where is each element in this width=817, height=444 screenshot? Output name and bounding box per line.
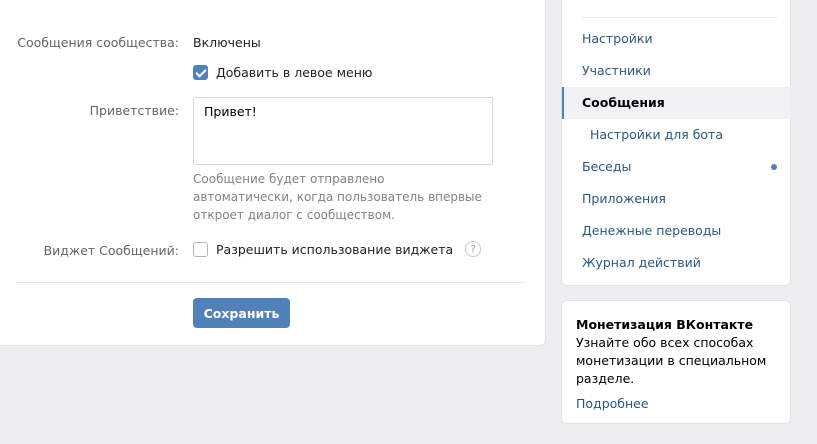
greeting-hint: Сообщение будет отправлено автоматически… <box>193 172 482 222</box>
sidebar-item-bot-settings[interactable]: Настройки для бота <box>562 119 791 151</box>
sidebar-item-messages[interactable]: Сообщения <box>562 87 791 119</box>
sidebar-item-money-transfers[interactable]: Денежные переводы <box>562 215 791 247</box>
sidebar-item-settings[interactable]: Настройки <box>562 23 791 55</box>
left-menu-label: Добавить в левое меню <box>216 65 373 80</box>
sidebar-item-action-log[interactable]: Журнал действий <box>562 247 791 279</box>
widget-checkbox-row[interactable]: Разрешить использование виджета ? <box>193 241 482 257</box>
sidebar-item-members[interactable]: Участники <box>562 55 791 87</box>
promo-more-link[interactable]: Подробнее <box>576 396 776 411</box>
save-button[interactable]: Сохранить <box>193 298 290 328</box>
widget-option-label: Разрешить использование виджета <box>216 241 454 257</box>
sidebar-item-chats-label: Беседы <box>582 159 632 174</box>
left-menu-checkbox-row[interactable]: Добавить в левое меню <box>193 65 372 80</box>
greeting-textarea[interactable]: Привет! <box>193 97 493 165</box>
sidebar-menu: Настройки Участники Сообщения Настройки … <box>561 0 791 286</box>
left-menu-checkbox[interactable] <box>193 65 208 80</box>
sidebar-separator <box>582 17 777 18</box>
monetization-promo: Монетизация ВКонтакте Узнайте обо всех с… <box>561 300 791 424</box>
widget-label: Виджет Сообщений: <box>43 243 179 258</box>
messages-status: Включены <box>193 35 261 50</box>
greeting-label: Приветствие: <box>89 103 179 118</box>
promo-title: Монетизация ВКонтакте <box>576 317 754 332</box>
sidebar-item-apps[interactable]: Приложения <box>562 183 791 215</box>
sidebar-item-chats[interactable]: Беседы <box>562 151 791 183</box>
widget-checkbox[interactable] <box>193 241 208 257</box>
messages-label: Сообщения сообщества: <box>17 35 179 50</box>
settings-panel: Сообщения сообщества: Включены Добавить … <box>0 0 546 346</box>
new-indicator-dot <box>771 164 777 170</box>
divider <box>16 282 526 283</box>
promo-text: Узнайте обо всех способах монетизации в … <box>576 335 767 386</box>
question-icon[interactable]: ? <box>465 241 482 257</box>
